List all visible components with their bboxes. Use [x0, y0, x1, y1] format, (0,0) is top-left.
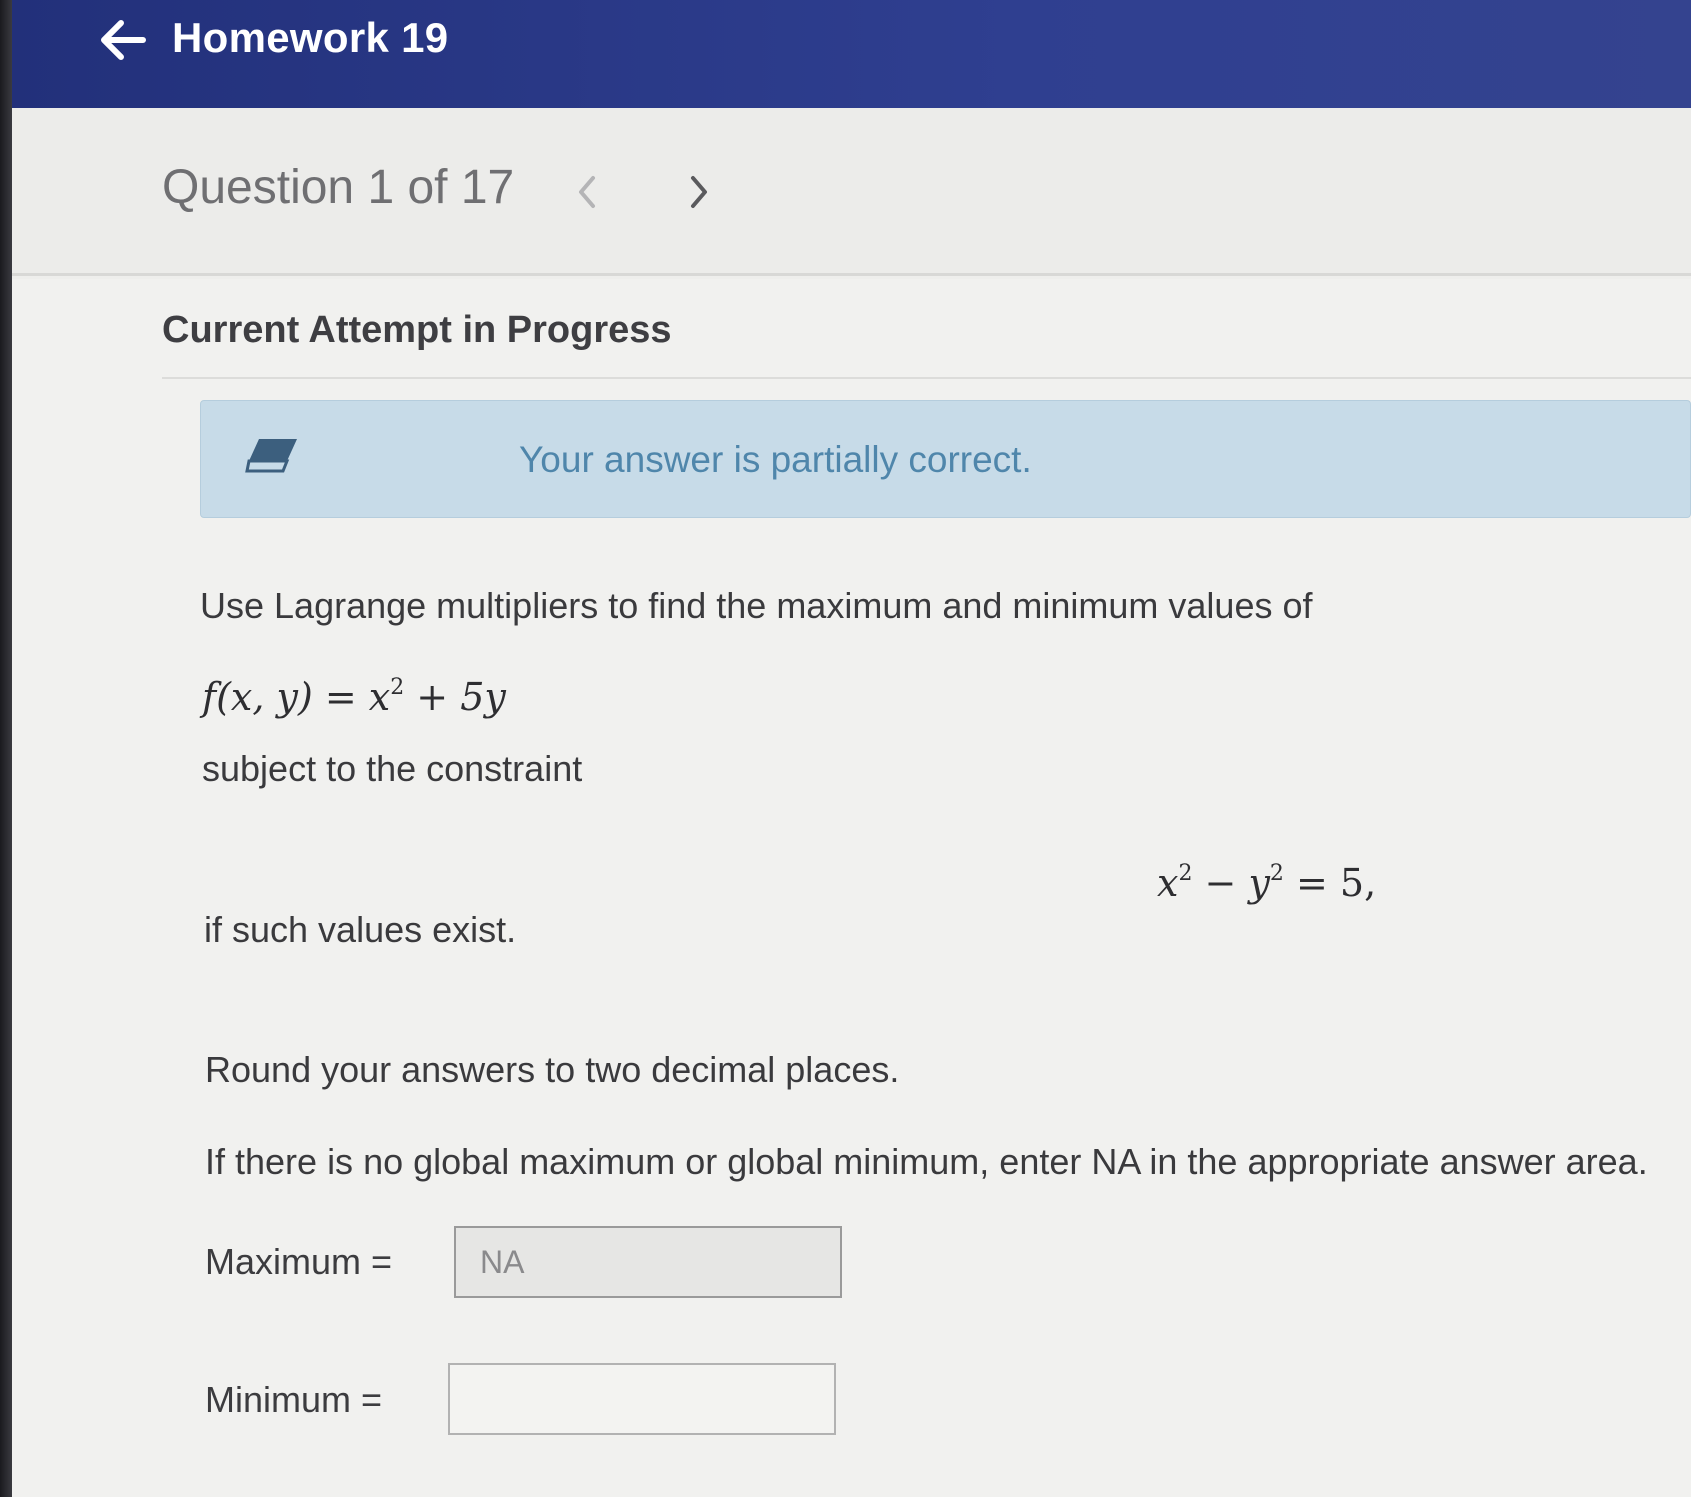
partial-credit-icon	[245, 439, 297, 473]
divider	[162, 377, 1691, 379]
constraint-minus: −	[1192, 861, 1249, 905]
function-lhs: f(x, y) = x	[202, 675, 391, 719]
objective-function: f(x, y) = x2 + 5y	[202, 675, 506, 719]
chevron-right-icon	[691, 176, 707, 208]
constraint-intro: subject to the constraint	[202, 748, 583, 789]
minimum-input[interactable]	[448, 1363, 836, 1435]
constraint-rhs: = 5,	[1283, 861, 1377, 905]
feedback-banner: Your answer is partially correct.	[200, 400, 1691, 518]
question-counter: Question 1 of 17	[162, 161, 515, 214]
feedback-text: Your answer is partially correct.	[519, 439, 1032, 480]
rounding-note: Round your answers to two decimal places…	[205, 1049, 900, 1090]
screen-bezel	[0, 0, 12, 1497]
constraint-x-exponent: 2	[1178, 861, 1193, 886]
previous-question-button[interactable]	[564, 168, 610, 216]
minimum-label: Minimum =	[205, 1379, 383, 1420]
function-exponent: 2	[390, 675, 405, 700]
arrow-left-icon	[101, 20, 146, 60]
constraint-y-exponent: 2	[1269, 861, 1284, 886]
constraint-equation: x2 − y2 = 5,	[1157, 861, 1376, 905]
back-button[interactable]	[92, 10, 152, 70]
question-navigation: Question 1 of 17	[12, 108, 1691, 276]
na-instructions: If there is no global maximum or global …	[205, 1141, 1648, 1182]
assignment-title: Homework 19	[172, 14, 449, 61]
problem-intro: Use Lagrange multipliers to find the max…	[200, 585, 1313, 626]
maximum-label: Maximum =	[205, 1241, 393, 1282]
top-bar: Homework 19	[0, 0, 1691, 108]
next-question-button[interactable]	[676, 168, 722, 216]
screen: Homework 19 Question 1 of 17 Current Att…	[0, 0, 1691, 1497]
constraint-x: x	[1157, 861, 1179, 905]
chevron-left-icon	[579, 176, 595, 208]
constraint-y: y	[1248, 861, 1270, 905]
question-content: Current Attempt in Progress Your answer …	[12, 279, 1691, 1497]
maximum-input[interactable]: NA	[454, 1226, 842, 1298]
attempt-heading: Current Attempt in Progress	[162, 309, 672, 351]
existence-note: if such values exist.	[204, 909, 517, 950]
function-rhs: + 5y	[404, 675, 506, 719]
